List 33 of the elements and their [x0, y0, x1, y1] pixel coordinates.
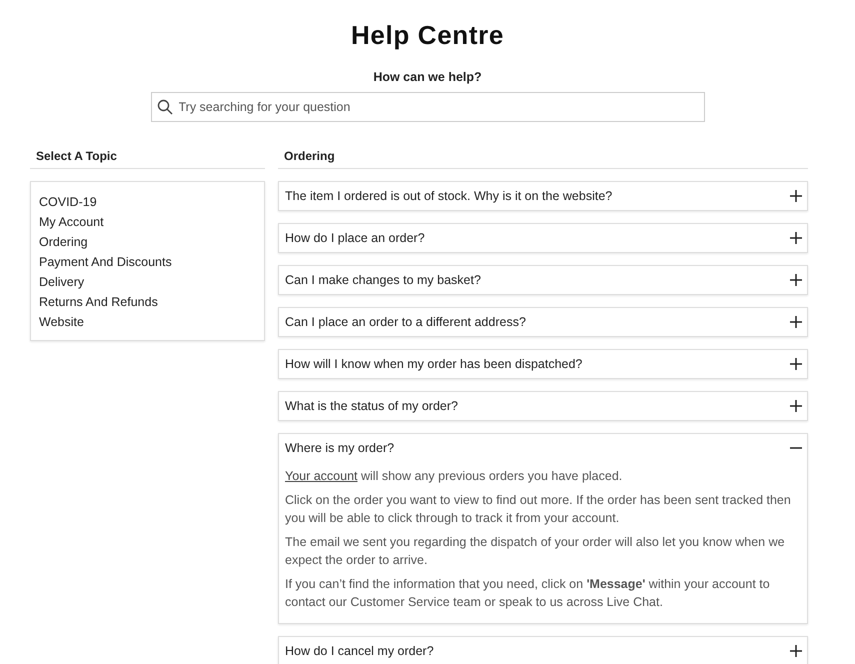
account-link[interactable]: Your account — [285, 469, 358, 483]
topic-link[interactable]: Delivery — [39, 272, 84, 292]
answer-text: The email we sent you regarding the dispatch of your order will also let you know when we expect the order to arrive. — [285, 534, 786, 569]
topic-link[interactable]: Payment And Discounts — [39, 252, 172, 272]
plus-icon — [790, 274, 802, 286]
search-icon — [156, 99, 172, 115]
answer-text: If you can’t find the information that you need, click on 'Message' within your account to contact our Customer Service team or speak to us across Live Chat. — [285, 576, 771, 611]
topic-link[interactable]: Website — [39, 312, 84, 332]
faq-question[interactable]: Where is my order? — [279, 434, 807, 462]
faq-question[interactable]: How do I cancel my order? — [279, 637, 807, 664]
sidebar-heading: Select A Topic — [30, 147, 265, 169]
faq-question[interactable]: The item I ordered is out of stock. Why is it on the website? — [279, 182, 807, 210]
faq-question[interactable]: How do I place an order? — [279, 224, 807, 252]
answer-text: Your account will show any previous orders you have placed. — [285, 468, 624, 485]
faq-question[interactable]: What is the status of my order? — [279, 392, 807, 420]
search-field[interactable]: Try searching for your question — [150, 92, 704, 122]
topic-link[interactable]: My Account — [39, 212, 104, 232]
plus-icon — [790, 316, 802, 328]
page-title: Help Centre — [350, 19, 504, 52]
plus-icon — [790, 358, 802, 370]
plus-icon — [790, 190, 802, 202]
plus-icon — [790, 232, 802, 244]
topic-link[interactable]: COVID-19 — [39, 192, 97, 212]
topic-link[interactable]: Ordering — [39, 232, 88, 252]
answer-text: Click on the order you want to view to find out more. If the order has been sent tracked then you will be able to click through to track it from your account. — [285, 492, 792, 527]
plus-icon — [790, 645, 802, 657]
faq-question[interactable]: Can I place an order to a different address? — [279, 308, 807, 336]
faq-question[interactable]: Can I make changes to my basket? — [279, 266, 807, 294]
search-label: How can we help? — [373, 69, 482, 86]
faq-question[interactable]: How will I know when my order has been dispatched? — [279, 350, 807, 378]
topic-link[interactable]: Returns And Refunds — [39, 292, 158, 312]
section-heading: Ordering — [278, 147, 808, 169]
plus-icon — [790, 400, 802, 412]
